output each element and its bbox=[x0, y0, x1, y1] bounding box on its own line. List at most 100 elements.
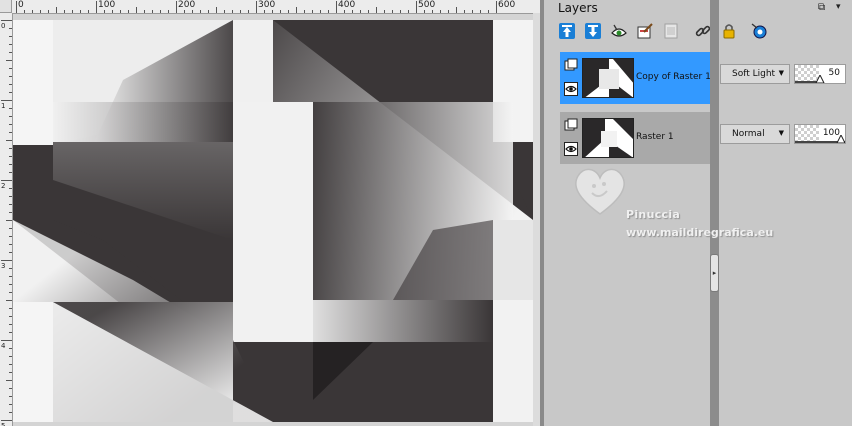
ruler-tick bbox=[248, 10, 249, 13]
ruler-tick bbox=[48, 10, 49, 13]
ruler-tick bbox=[368, 10, 369, 13]
layer-properties-icon[interactable] bbox=[636, 22, 654, 40]
ruler-tick bbox=[9, 404, 12, 405]
ruler-tick bbox=[9, 316, 12, 317]
opacity-field[interactable]: 50 bbox=[794, 64, 846, 84]
blend-mode-value: Soft Light bbox=[732, 69, 776, 79]
ruler-tick bbox=[160, 10, 161, 13]
layer-thumbnail[interactable] bbox=[582, 58, 634, 98]
ruler-tick bbox=[9, 332, 12, 333]
vertical-ruler: 0 1 2 3 4 5 bbox=[0, 13, 13, 426]
ruler-tick bbox=[272, 10, 273, 13]
ruler-tick bbox=[9, 396, 12, 397]
ruler-tick bbox=[360, 10, 361, 13]
ruler-tick bbox=[9, 236, 12, 237]
layer-visibility-toggle-icon[interactable] bbox=[610, 22, 628, 40]
layers-splitter[interactable] bbox=[710, 0, 719, 426]
ruler-tick bbox=[216, 7, 217, 13]
ruler-tick bbox=[6, 300, 12, 301]
ruler-tick bbox=[464, 10, 465, 13]
layer-name[interactable]: Copy of Raster 1 bbox=[636, 72, 711, 82]
move-layer-up-icon[interactable] bbox=[558, 22, 576, 40]
ruler-label: 400 bbox=[338, 0, 356, 10]
ruler-tick bbox=[6, 220, 12, 221]
ruler-tick bbox=[9, 364, 12, 365]
panel-menu-icon[interactable]: ▾ bbox=[836, 2, 841, 12]
layer-properties-row: Soft Light ▼ 50 bbox=[720, 52, 852, 104]
ruler-corner bbox=[0, 0, 12, 13]
blend-mode-select[interactable]: Soft Light ▼ bbox=[720, 64, 790, 84]
ruler-label: 100 bbox=[98, 0, 116, 10]
ruler-tick bbox=[9, 116, 12, 117]
move-layer-down-icon[interactable] bbox=[584, 22, 602, 40]
ruler-tick bbox=[64, 10, 65, 13]
ruler-tick bbox=[224, 10, 225, 13]
layer-row-raster-1[interactable]: Raster 1 bbox=[560, 112, 712, 164]
ruler-tick bbox=[80, 10, 81, 13]
ruler-tick bbox=[88, 10, 89, 13]
ruler-label: 0 bbox=[1, 22, 6, 30]
opacity-slider-thumb[interactable] bbox=[815, 75, 825, 83]
ruler-tick bbox=[9, 228, 12, 229]
ruler-tick bbox=[9, 68, 12, 69]
panel-restore-icon[interactable]: ⧉ bbox=[818, 2, 825, 13]
ruler-tick bbox=[392, 10, 393, 13]
ruler-tick bbox=[440, 10, 441, 13]
ruler-tick bbox=[112, 10, 113, 13]
ruler-tick bbox=[9, 348, 12, 349]
ruler-label: 4 bbox=[1, 342, 6, 350]
canvas-scroll-edge bbox=[533, 13, 540, 426]
layer-properties-row: Normal ▼ 100 bbox=[720, 112, 852, 164]
image-canvas[interactable] bbox=[13, 20, 533, 422]
ruler-tick bbox=[9, 28, 12, 29]
ruler-tick bbox=[6, 60, 12, 61]
ruler-tick bbox=[9, 324, 12, 325]
ruler-tick bbox=[9, 244, 12, 245]
ruler-tick bbox=[9, 44, 12, 45]
ruler-tick bbox=[240, 10, 241, 13]
ruler-tick bbox=[9, 164, 12, 165]
ruler-tick bbox=[1, 420, 12, 421]
collapse-panel-handle[interactable]: ▸ bbox=[710, 254, 719, 292]
ruler-tick bbox=[96, 1, 97, 13]
ruler-tick bbox=[152, 10, 153, 13]
ruler-tick bbox=[320, 10, 321, 13]
canvas-area[interactable]: 0 100 200 300 400 500 600 0 1 2 3 4 5 bbox=[0, 0, 540, 426]
ruler-label: 2 bbox=[1, 182, 6, 190]
ruler-tick bbox=[448, 10, 449, 13]
ruler-tick bbox=[9, 268, 12, 269]
ruler-tick bbox=[400, 10, 401, 13]
ruler-tick bbox=[104, 10, 105, 13]
panel-title: Layers bbox=[558, 1, 598, 15]
layer-thumbnail[interactable] bbox=[582, 118, 634, 158]
ruler-tick bbox=[9, 204, 12, 205]
blend-mode-select[interactable]: Normal ▼ bbox=[720, 124, 790, 144]
layer-name[interactable]: Raster 1 bbox=[636, 132, 674, 142]
delete-layer-icon[interactable] bbox=[662, 22, 680, 40]
opacity-slider-thumb[interactable] bbox=[836, 135, 845, 143]
ruler-tick bbox=[9, 356, 12, 357]
horizontal-ruler: 0 100 200 300 400 500 600 bbox=[12, 0, 540, 14]
opacity-slider[interactable] bbox=[795, 135, 845, 143]
ruler-tick bbox=[9, 156, 12, 157]
layer-visibility-eye-icon[interactable] bbox=[564, 142, 578, 156]
layer-row-copy-of-raster-1[interactable]: Copy of Raster 1 bbox=[560, 52, 712, 104]
chevron-down-icon: ▼ bbox=[778, 69, 784, 77]
ruler-tick bbox=[120, 10, 121, 13]
ruler-label: 600 bbox=[498, 0, 516, 10]
ruler-tick bbox=[32, 10, 33, 13]
ruler-tick bbox=[9, 84, 12, 85]
lock-layer-icon[interactable] bbox=[720, 22, 738, 40]
opacity-slider[interactable] bbox=[795, 75, 845, 83]
ruler-tick bbox=[9, 252, 12, 253]
ruler-tick bbox=[416, 1, 417, 13]
ruler-label: 5 bbox=[1, 422, 6, 426]
ruler-tick bbox=[9, 188, 12, 189]
mask-icon[interactable] bbox=[750, 22, 768, 40]
ruler-label: 0 bbox=[18, 0, 24, 10]
layer-visibility-eye-icon[interactable] bbox=[564, 82, 578, 96]
layers-panel: Layers ⧉ ▾ Copy of Raster 1 Raster 1 ▸ S… bbox=[544, 0, 852, 426]
ruler-tick bbox=[40, 10, 41, 13]
ruler-tick bbox=[9, 52, 12, 53]
opacity-field[interactable]: 100 bbox=[794, 124, 846, 144]
